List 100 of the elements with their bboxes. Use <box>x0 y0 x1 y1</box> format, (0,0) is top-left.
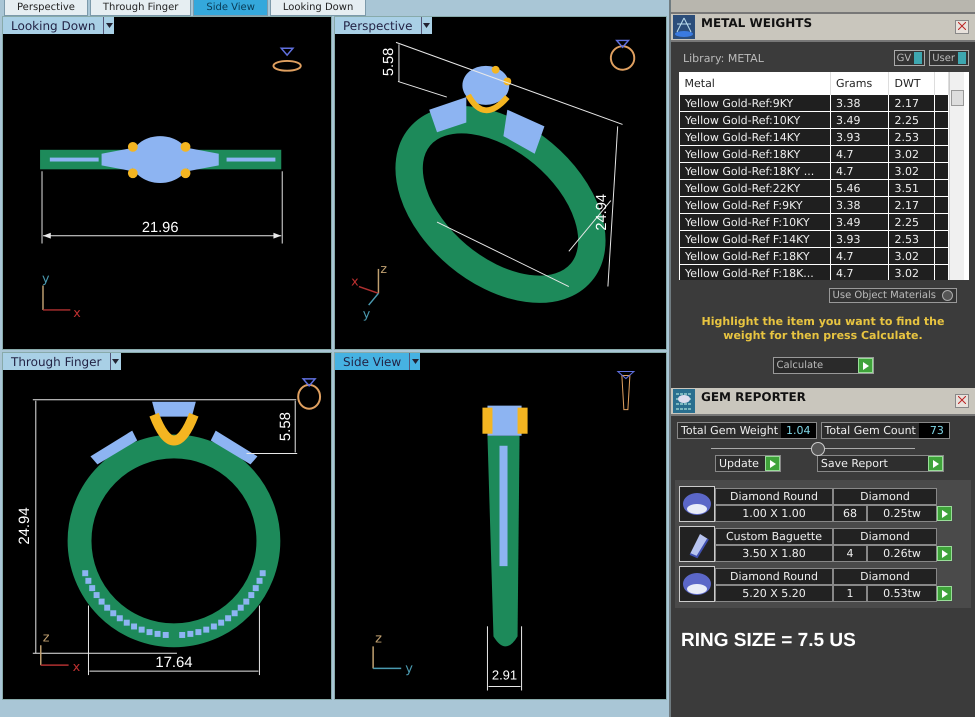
ring-icon <box>297 378 322 410</box>
table-cell: Yellow Gold-Ref:10KY <box>680 112 830 128</box>
viewport-tab[interactable]: Side View <box>335 353 420 370</box>
table-cell: 3.02 <box>888 264 935 280</box>
table-cell: Yellow Gold-Ref F:18KY <box>680 248 830 264</box>
axis-label: z <box>380 260 388 276</box>
table-cell: Yellow Gold-Ref:18KY ... <box>680 162 830 180</box>
table-cell: Yellow Gold-Ref F:18K... <box>680 264 830 280</box>
axis-icon <box>42 286 70 311</box>
axis-label: y <box>362 306 370 321</box>
gem-weight: 0.53tw <box>867 585 937 602</box>
round-gem-icon <box>679 486 715 522</box>
ring-icon <box>272 48 302 72</box>
dropdown-icon[interactable] <box>420 17 432 34</box>
table-cell: 4.7 <box>830 162 889 180</box>
table-cell: 3.49 <box>830 112 889 128</box>
axis-icon <box>40 645 69 666</box>
ring-size-label: RING SIZE = 7.5 US <box>680 629 857 652</box>
view-tab[interactable]: Looking Down <box>270 0 366 16</box>
toggle-switch[interactable]: GV <box>894 50 926 66</box>
table-cell: Yellow Gold-Ref:18KY <box>680 146 830 162</box>
close-button[interactable] <box>955 394 969 408</box>
table-cell: 3.38 <box>830 94 889 112</box>
column-header[interactable]: Grams <box>830 72 889 94</box>
calculate-button[interactable]: Calculate <box>772 357 874 374</box>
checkbox[interactable]: Use Object Materials <box>828 288 957 303</box>
gem-count: 1 <box>833 585 867 602</box>
table-cell: 3.93 <box>830 128 889 146</box>
table-cell: 4.7 <box>830 264 889 280</box>
go-button[interactable] <box>858 358 872 373</box>
table-cell: 2.53 <box>888 128 935 146</box>
axis-label: y <box>405 661 413 676</box>
viewport-tab[interactable]: Looking Down <box>3 17 114 34</box>
table-cell: 2.25 <box>888 214 935 230</box>
dimension-label: 24.94 <box>594 194 610 231</box>
dropdown-icon[interactable] <box>409 353 420 370</box>
viewport-tab[interactable]: Perspective <box>335 17 432 34</box>
axis-icon <box>358 268 380 306</box>
dimension-label: 2.91 <box>492 667 518 682</box>
axis-label: x <box>351 274 359 289</box>
gem-count: 68 <box>833 505 867 522</box>
gem-weight: 0.25tw <box>867 505 937 522</box>
gem-size: 1.00 X 1.00 <box>715 505 833 522</box>
toggle-switch[interactable]: User <box>929 50 969 66</box>
dropdown-icon[interactable] <box>103 17 114 34</box>
close-button[interactable] <box>955 20 969 34</box>
gem-count: 4 <box>833 545 867 562</box>
table-cell: 3.02 <box>888 146 935 162</box>
gem-material: Diamond <box>833 568 937 585</box>
hint-text: Highlight the item you want to find the weight for then press Calculate. <box>700 314 946 343</box>
viewport[interactable]: Looking Down 21.96 y x <box>2 16 332 350</box>
table-cell: 3.02 <box>888 162 935 180</box>
table-cell: 3.38 <box>830 196 889 214</box>
play-icon <box>941 510 948 518</box>
play-icon <box>932 460 939 468</box>
play-icon <box>768 460 776 468</box>
save-report-button[interactable]: Save Report <box>816 455 944 472</box>
viewport-tab[interactable]: Through Finger <box>3 353 120 370</box>
table-cell: 2.17 <box>888 196 935 214</box>
table-cell: Yellow Gold-Ref F:10KY <box>680 214 830 230</box>
gem-material: Diamond <box>833 528 937 545</box>
scrollbar[interactable] <box>949 72 964 280</box>
dimension-label: 5.58 <box>278 412 294 442</box>
view-tab[interactable]: Through Finger <box>90 0 192 16</box>
table-cell: 3.51 <box>888 180 935 196</box>
viewport[interactable]: Through Finger 24.94 5.58 17.64 z x <box>2 352 332 700</box>
gem-name: Diamond Round <box>715 488 833 505</box>
table-cell: Yellow Gold-Ref F:9KY <box>680 196 830 214</box>
dimension-label: 21.96 <box>142 220 178 236</box>
go-button[interactable] <box>764 456 780 471</box>
dropdown-icon[interactable] <box>110 353 120 370</box>
go-button[interactable] <box>928 456 943 471</box>
table-cell: 5.46 <box>830 180 889 196</box>
table-cell: Yellow Gold-Ref:9KY <box>680 94 830 112</box>
update-button[interactable]: Update <box>715 455 781 472</box>
panel-title: GEM REPORTER <box>701 389 807 404</box>
gem-name: Diamond Round <box>715 568 833 585</box>
scale-icon <box>673 15 695 39</box>
dimension-label: 24.94 <box>16 507 33 545</box>
list-icon <box>673 389 695 413</box>
table-cell: 2.53 <box>888 230 935 248</box>
column-header[interactable]: DWT <box>888 72 935 94</box>
axis-label: z <box>375 631 382 646</box>
gem-size: 5.20 X 5.20 <box>715 585 833 602</box>
view-tab[interactable]: Perspective <box>4 0 88 16</box>
table-cell: 3.49 <box>830 214 889 230</box>
table-cell: 3.02 <box>888 248 935 264</box>
axis-label: x <box>73 304 81 320</box>
ring-icon <box>610 40 636 71</box>
gem-material: Diamond <box>833 488 937 505</box>
viewport[interactable]: Perspective 5.58 24.94 x z y <box>334 16 667 350</box>
play-icon <box>941 550 948 558</box>
baguette-gem-icon <box>679 526 715 562</box>
axis-label: z <box>42 630 50 646</box>
library-label: Library: METAL <box>683 52 765 64</box>
gem-size: 3.50 X 1.80 <box>715 545 833 562</box>
gem-name: Custom Baguette <box>715 528 833 545</box>
view-tab[interactable]: Side View <box>193 0 268 16</box>
dimension-label: 17.64 <box>155 655 193 672</box>
viewport[interactable]: Side View 2.91 z y <box>334 352 667 700</box>
